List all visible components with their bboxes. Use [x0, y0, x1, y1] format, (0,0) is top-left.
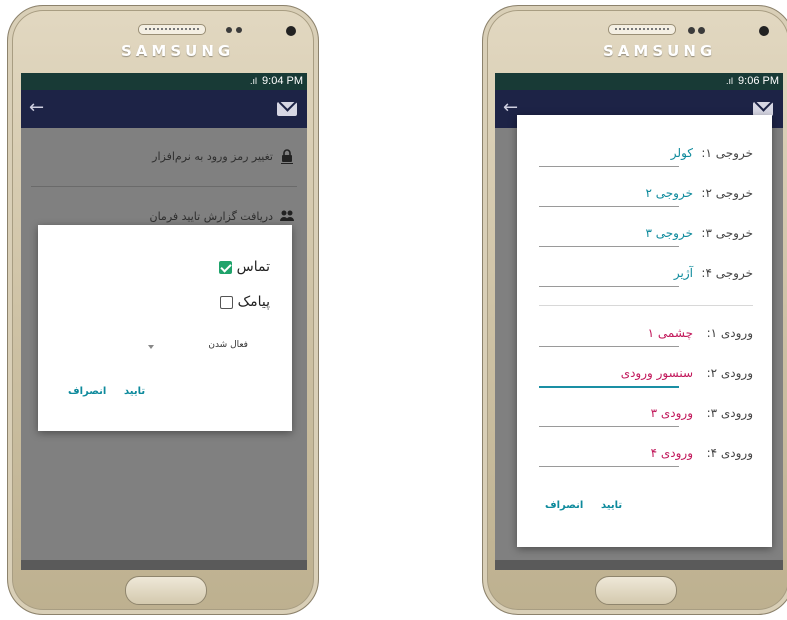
home-button[interactable] [125, 576, 207, 605]
checkbox-label: پیامک [237, 294, 270, 310]
checkbox-label: تماس [236, 259, 270, 275]
cancel-button[interactable]: انصراف [545, 500, 583, 511]
checkbox-call[interactable] [218, 260, 232, 274]
app-toolbar: ← [21, 90, 307, 128]
brand-logo: SAMSUNG [121, 42, 235, 60]
field-value: کولر [670, 146, 693, 160]
cancel-button[interactable]: انصراف [68, 386, 106, 397]
home-button[interactable] [595, 576, 677, 605]
left-phone-body: SAMSUNG .ıl 9:04 PM ← تغییر رمز ورود به … [7, 5, 319, 615]
confirm-button[interactable]: تایید [124, 386, 145, 397]
lock-icon [281, 149, 293, 164]
field-value: ورودی ۳ [650, 406, 693, 420]
field-underline [539, 246, 679, 247]
field-label: ورودی ۳: [706, 406, 753, 420]
earpiece-speaker [138, 24, 206, 35]
confirm-button[interactable]: تایید [601, 500, 622, 511]
field-underline [539, 426, 679, 427]
checkbox-call-row[interactable]: تماس [218, 257, 270, 277]
nav-bar [495, 560, 783, 570]
field-value: خروجی ۲ [645, 186, 693, 200]
nav-bar [21, 560, 307, 570]
checkbox-sms[interactable] [219, 295, 233, 309]
output-field-4[interactable]: خروجی ۴: آژیر [539, 260, 753, 290]
section-divider [539, 305, 753, 306]
spinner-value: فعال شدن [208, 340, 248, 350]
output-field-3[interactable]: خروجی ۳: خروجی ۳ [539, 220, 753, 250]
brand-logo: SAMSUNG [603, 42, 717, 60]
field-label: خروجی ۳: [701, 226, 753, 240]
output-field-1[interactable]: خروجی ۱: کولر [539, 140, 753, 170]
checkbox-sms-row[interactable]: پیامک [219, 292, 270, 312]
menu-item-label: تغییر رمز ورود به نرم‌افزار [152, 150, 273, 163]
signal-icon: .ıl [725, 76, 733, 86]
sensor-dot [688, 27, 695, 34]
field-label: خروجی ۱: [701, 146, 753, 160]
signal-icon: .ıl [249, 76, 257, 86]
front-camera [286, 26, 296, 36]
input-field-4[interactable]: ورودی ۴: ورودی ۴ [539, 440, 753, 470]
status-time: 9:04 PM [262, 75, 303, 87]
field-label: ورودی ۴: [706, 446, 753, 460]
io-names-dialog: خروجی ۱: کولر خروجی ۲: خروجی ۲ خروجی ۳: … [517, 115, 772, 547]
notification-method-dialog: تماس پیامک فعال شدن تایید انصراف [38, 225, 292, 431]
sensor-dot [236, 27, 242, 33]
status-time: 9:06 PM [738, 75, 779, 87]
right-phone-body: SAMSUNG .ıl 9:06 PM ← خروجی ۱: کولر خروج… [482, 5, 787, 615]
arrow-left-icon[interactable]: ← [503, 97, 518, 118]
field-label: ورودی ۱: [706, 326, 753, 340]
sensor-dot [698, 27, 705, 34]
chevron-down-icon [148, 345, 154, 349]
input-field-3[interactable]: ورودی ۳: ورودی ۳ [539, 400, 753, 430]
menu-divider [31, 186, 297, 187]
envelope-icon[interactable] [277, 102, 297, 116]
field-underline [539, 166, 679, 167]
field-underline [539, 466, 679, 467]
output-field-2[interactable]: خروجی ۲: خروجی ۲ [539, 180, 753, 210]
field-label: خروجی ۲: [701, 186, 753, 200]
activation-spinner[interactable]: فعال شدن [148, 340, 248, 356]
field-underline [539, 206, 679, 207]
menu-item-change-password[interactable]: تغییر رمز ورود به نرم‌افزار [21, 138, 307, 178]
field-value: آژیر [673, 266, 693, 280]
field-value: خروجی ۳ [645, 226, 693, 240]
field-label: ورودی ۲: [706, 366, 753, 380]
envelope-icon[interactable] [753, 102, 773, 116]
field-underline-focused [539, 386, 679, 388]
menu-item-label: دریافت گزارش تایید فرمان [149, 210, 274, 223]
status-bar: .ıl 9:04 PM [21, 73, 307, 90]
arrow-left-icon[interactable]: ← [29, 97, 44, 118]
users-icon [280, 210, 294, 221]
field-value: سنسور ورودی [620, 366, 693, 380]
sensor-dot [226, 27, 232, 33]
field-underline [539, 346, 679, 347]
status-bar: .ıl 9:06 PM [495, 73, 783, 90]
input-field-2[interactable]: ورودی ۲: سنسور ورودی [539, 360, 753, 390]
field-label: خروجی ۴: [701, 266, 753, 280]
field-value: چشمی ۱ [647, 326, 693, 340]
field-value: ورودی ۴ [650, 446, 693, 460]
front-camera [759, 26, 769, 36]
earpiece-speaker [608, 24, 676, 35]
field-underline [539, 286, 679, 287]
input-field-1[interactable]: ورودی ۱: چشمی ۱ [539, 320, 753, 350]
